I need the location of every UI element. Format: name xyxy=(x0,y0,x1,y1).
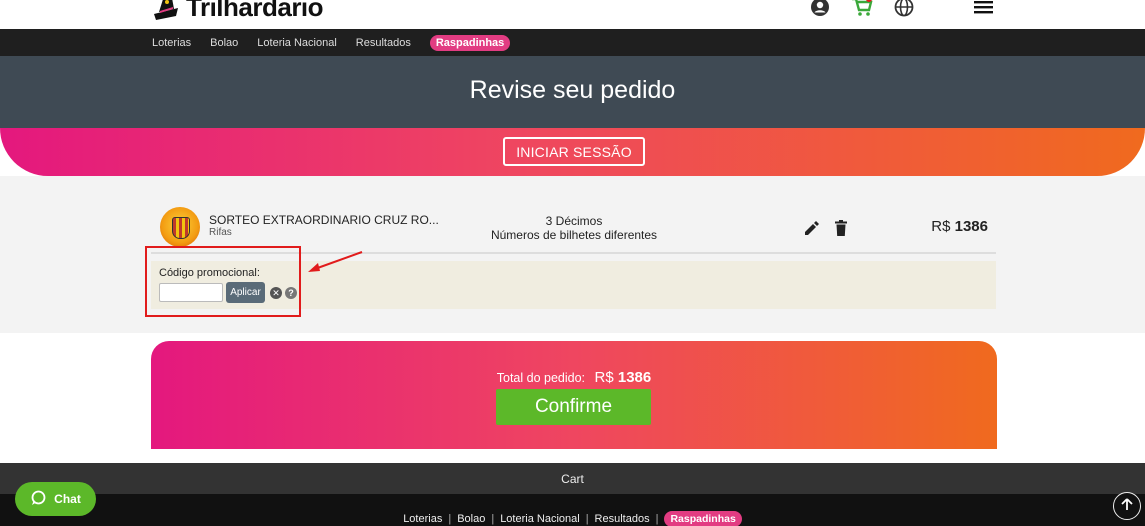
footer-separator: | xyxy=(585,513,589,525)
footer: Loterias | Bolao | Loteria Nacional | Re… xyxy=(0,494,1145,526)
nav-item-loterias[interactable]: Loterias xyxy=(152,37,191,49)
annotation-highlight-box xyxy=(145,246,301,317)
menu-icon[interactable] xyxy=(973,0,995,18)
nav-item-raspadinhas[interactable]: Raspadinhas xyxy=(429,34,511,51)
chat-bubble-icon xyxy=(30,490,46,509)
order-total-label: Total do pedido: xyxy=(496,371,586,385)
logo-text: Trilhardario xyxy=(186,0,324,22)
delete-icon[interactable] xyxy=(834,220,848,241)
site-logo[interactable]: Trilhardario xyxy=(150,0,324,22)
product-category: Rifas xyxy=(209,227,232,238)
footer-link-loterias[interactable]: Loterias xyxy=(403,513,442,525)
chat-button[interactable]: Chat xyxy=(15,482,96,516)
globe-icon[interactable] xyxy=(893,0,915,18)
order-total-currency: R$ xyxy=(594,369,614,386)
product-image xyxy=(160,207,200,247)
title-band: Revise seu pedido xyxy=(0,56,1145,128)
quantity-decimos: 3 Décimos xyxy=(545,214,603,228)
item-price: R$ 1386 xyxy=(931,218,988,235)
edit-icon[interactable] xyxy=(803,220,819,241)
logo-hat-icon xyxy=(150,0,182,20)
cart-bar[interactable]: Cart xyxy=(0,463,1145,494)
login-band: INICIAR SESSÃO xyxy=(0,128,1145,176)
product-name: SORTEO EXTRAORDINARIO CRUZ RO... xyxy=(209,213,439,227)
order-total-value: 1386 xyxy=(617,369,652,386)
footer-link-loteria-nacional[interactable]: Loteria Nacional xyxy=(500,513,580,525)
footer-separator: | xyxy=(655,513,659,525)
nav-item-loteria-nacional[interactable]: Loteria Nacional xyxy=(257,37,337,49)
main-nav: Loterias Bolao Loteria Nacional Resultad… xyxy=(0,29,1145,56)
cart-icon[interactable] xyxy=(851,0,873,18)
confirm-button[interactable]: Confirme xyxy=(496,389,651,425)
item-price-value: 1386 xyxy=(954,218,988,235)
annotation-arrow-icon xyxy=(308,251,363,272)
item-price-currency: R$ xyxy=(931,218,951,235)
order-total: Total do pedido: R$ 1386 xyxy=(151,369,997,386)
order-total-panel: Total do pedido: R$ 1386 Confirme xyxy=(151,341,997,449)
footer-separator: | xyxy=(491,513,495,525)
footer-link-resultados[interactable]: Resultados xyxy=(595,513,650,525)
login-button[interactable]: INICIAR SESSÃO xyxy=(503,137,645,166)
arrow-up-icon xyxy=(1120,497,1134,516)
scroll-to-top-button[interactable] xyxy=(1113,492,1141,520)
footer-link-raspadinhas[interactable]: Raspadinhas xyxy=(664,511,742,526)
nav-item-resultados[interactable]: Resultados xyxy=(356,37,411,49)
nav-item-bolao[interactable]: Bolao xyxy=(210,37,238,49)
quantity-description: Números de bilhetes diferentes xyxy=(490,228,658,242)
footer-separator: | xyxy=(448,513,452,525)
quantity-info: 3 Décimos Números de bilhetes diferentes xyxy=(481,214,667,242)
cart-bar-label: Cart xyxy=(561,471,584,486)
chat-label: Chat xyxy=(54,492,81,506)
user-icon[interactable] xyxy=(809,0,831,18)
footer-link-bolao[interactable]: Bolao xyxy=(457,513,485,525)
top-header: Trilhardario xyxy=(0,0,1145,29)
page-title: Revise seu pedido xyxy=(469,76,676,104)
